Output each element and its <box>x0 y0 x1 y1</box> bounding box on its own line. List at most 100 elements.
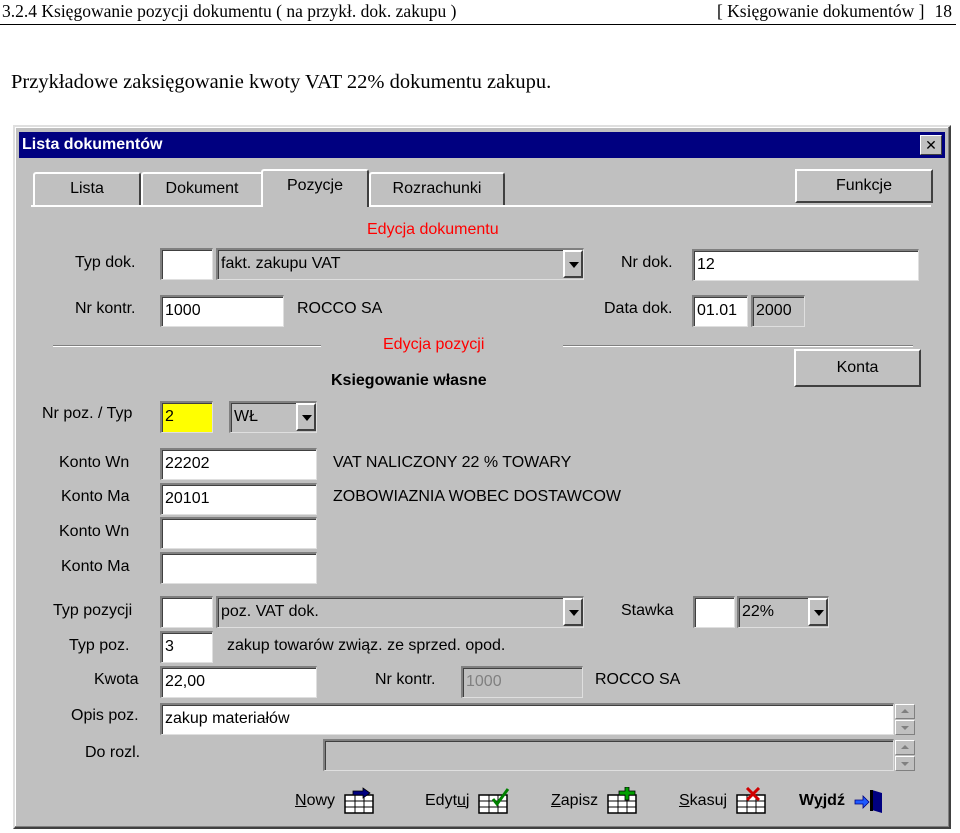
chapter-heading: [ Księgowanie dokumentów ] 18 <box>717 1 952 22</box>
wyjdz-label: Wyjdź <box>799 792 845 809</box>
nr-kontr2-label: Nr kontr. <box>375 671 436 688</box>
nr-kontr2-field: 1000 <box>461 666 583 698</box>
konto-wn-desc: VAT NALICZONY 22 % TOWARY <box>333 454 572 471</box>
button-label: Funkcje <box>835 177 893 194</box>
window-title-bar[interactable]: Lista dokumentów ✕ <box>19 132 945 158</box>
konto-ma-input[interactable]: 20101 <box>160 483 317 515</box>
konto-ma-desc: ZOBOWIAZNIA WOBEC DOSTAWCOW <box>333 488 621 505</box>
tab-label: Dokument <box>165 180 239 197</box>
kontrahent2-name: ROCCO SA <box>595 671 681 688</box>
skasuj-button[interactable]: Skasuj <box>679 783 769 819</box>
nowy-button[interactable]: Nowy <box>295 783 377 819</box>
nr-kontr-label: Nr kontr. <box>75 300 136 317</box>
separator-right <box>563 345 913 347</box>
chevron-down-icon[interactable] <box>563 598 583 626</box>
typ-poz-input[interactable]: 3 <box>160 631 213 663</box>
nr-poz-typ-label: Nr poz. / Typ <box>42 405 133 422</box>
konto-ma2-input[interactable] <box>160 552 317 584</box>
do-rozl-scroll-spinner[interactable] <box>895 740 915 772</box>
typ-poz-label: Typ poz. <box>69 637 130 654</box>
konta-button[interactable]: Konta <box>794 349 921 387</box>
header-rule <box>0 24 956 25</box>
opis-poz-label: Opis poz. <box>71 707 139 724</box>
new-record-icon <box>344 787 374 814</box>
edytuj-button[interactable]: Edytuj <box>425 783 511 819</box>
data-dok-day-input[interactable]: 01.01 <box>692 295 748 327</box>
scroll-up-icon[interactable] <box>895 740 915 755</box>
close-button[interactable]: ✕ <box>920 135 942 155</box>
edit-record-icon <box>478 788 510 814</box>
stawka-label: Stawka <box>621 602 674 619</box>
tab-label: Lista <box>70 180 104 197</box>
zapisz-label: Zapisz <box>551 792 599 809</box>
nr-dok-label: Nr dok. <box>621 254 673 271</box>
scroll-down-icon[interactable] <box>895 720 915 735</box>
konto-wn2-label: Konto Wn <box>59 523 130 540</box>
section-edycja-dokumentu: Edycja dokumentu <box>367 221 499 238</box>
wyjdz-button[interactable]: Wyjdź <box>799 783 887 819</box>
scroll-up-icon[interactable] <box>895 704 915 719</box>
konto-wn-input[interactable]: 22202 <box>160 448 317 480</box>
konto-wn2-input[interactable] <box>160 517 317 549</box>
tab-pozycje[interactable]: Pozycje <box>261 169 369 207</box>
kontrahent-name: ROCCO SA <box>297 300 383 317</box>
do-rozl-field <box>323 739 894 771</box>
typ-dok-select[interactable]: fakt. zakupu VAT <box>216 248 584 280</box>
nr-poz-input[interactable]: 2 <box>160 401 213 433</box>
chevron-down-icon[interactable] <box>808 598 828 626</box>
intro-paragraph: Przykładowe zaksięgowanie kwoty VAT 22% … <box>11 71 552 93</box>
stawka-value: 22% <box>742 603 775 620</box>
konto-wn-label: Konto Wn <box>59 454 130 471</box>
typ-select[interactable]: WŁ <box>229 401 317 433</box>
opis-scroll-spinner[interactable] <box>895 704 915 736</box>
typ-poz-desc: zakup towarów związ. ze sprzed. opod. <box>227 637 506 654</box>
opis-poz-input[interactable]: zakup materiałów <box>160 703 894 735</box>
tab-dokument[interactable]: Dokument <box>141 172 263 206</box>
section-heading: 3.2.4 Księgowanie pozycji dokumentu ( na… <box>2 1 457 21</box>
scroll-down-icon[interactable] <box>895 756 915 771</box>
tab-rozrachunki[interactable]: Rozrachunki <box>369 172 505 206</box>
typ-pozycji-code-input[interactable] <box>160 596 213 628</box>
save-record-icon <box>607 787 637 814</box>
typ-dok-value: fakt. zakupu VAT <box>221 255 341 272</box>
ksiegowanie-wlasne-heading: Ksiegowanie własne <box>331 372 487 389</box>
chapter-title: [ Księgowanie dokumentów ] <box>716 1 925 21</box>
skasuj-label: Skasuj <box>679 792 728 809</box>
tab-panel-border <box>31 205 931 207</box>
button-label: Konta <box>836 359 879 376</box>
data-dok-year-field: 2000 <box>751 295 805 327</box>
delete-record-icon <box>736 787 766 814</box>
data-dok-label: Data dok. <box>604 300 673 317</box>
stawka-select[interactable]: 22% <box>737 596 829 628</box>
typ-pozycji-value: poz. VAT dok. <box>221 603 319 620</box>
section-edycja-pozycji: Edycja pozycji <box>383 336 485 353</box>
chevron-down-icon[interactable] <box>296 403 316 431</box>
chevron-down-icon[interactable] <box>563 250 583 278</box>
document-header: 3.2.4 Księgowanie pozycji dokumentu ( na… <box>0 0 960 26</box>
zapisz-button[interactable]: Zapisz <box>551 783 640 819</box>
lista-dokumentow-window: Lista dokumentów ✕ Lista Dokument Pozycj… <box>13 125 951 829</box>
konto-ma2-label: Konto Ma <box>61 558 130 575</box>
exit-door-icon <box>854 790 882 813</box>
nr-dok-input[interactable]: 12 <box>692 249 919 281</box>
tab-label: Pozycje <box>286 177 344 194</box>
close-icon: ✕ <box>925 137 937 153</box>
stawka-code-input[interactable] <box>693 596 735 628</box>
funkcje-button[interactable]: Funkcje <box>795 169 933 203</box>
nr-kontr-input[interactable]: 1000 <box>160 295 284 327</box>
tab-lista[interactable]: Lista <box>33 172 141 206</box>
typ-value: WŁ <box>234 408 258 425</box>
typ-pozycji-label: Typ pozycji <box>53 602 133 619</box>
typ-dok-label: Typ dok. <box>75 254 136 271</box>
nowy-label: Nowy <box>295 792 336 809</box>
page-number: 18 <box>934 1 953 21</box>
window-title: Lista dokumentów <box>22 136 163 153</box>
separator-left <box>53 345 321 347</box>
konto-ma-label: Konto Ma <box>61 488 130 505</box>
typ-dok-code-input[interactable] <box>160 248 213 280</box>
kwota-input[interactable]: 22,00 <box>160 666 317 698</box>
typ-pozycji-select[interactable]: poz. VAT dok. <box>216 596 584 628</box>
tab-label: Rozrachunki <box>392 180 482 197</box>
do-rozl-label: Do rozl. <box>85 744 141 761</box>
edytuj-label: Edytuj <box>425 792 470 809</box>
